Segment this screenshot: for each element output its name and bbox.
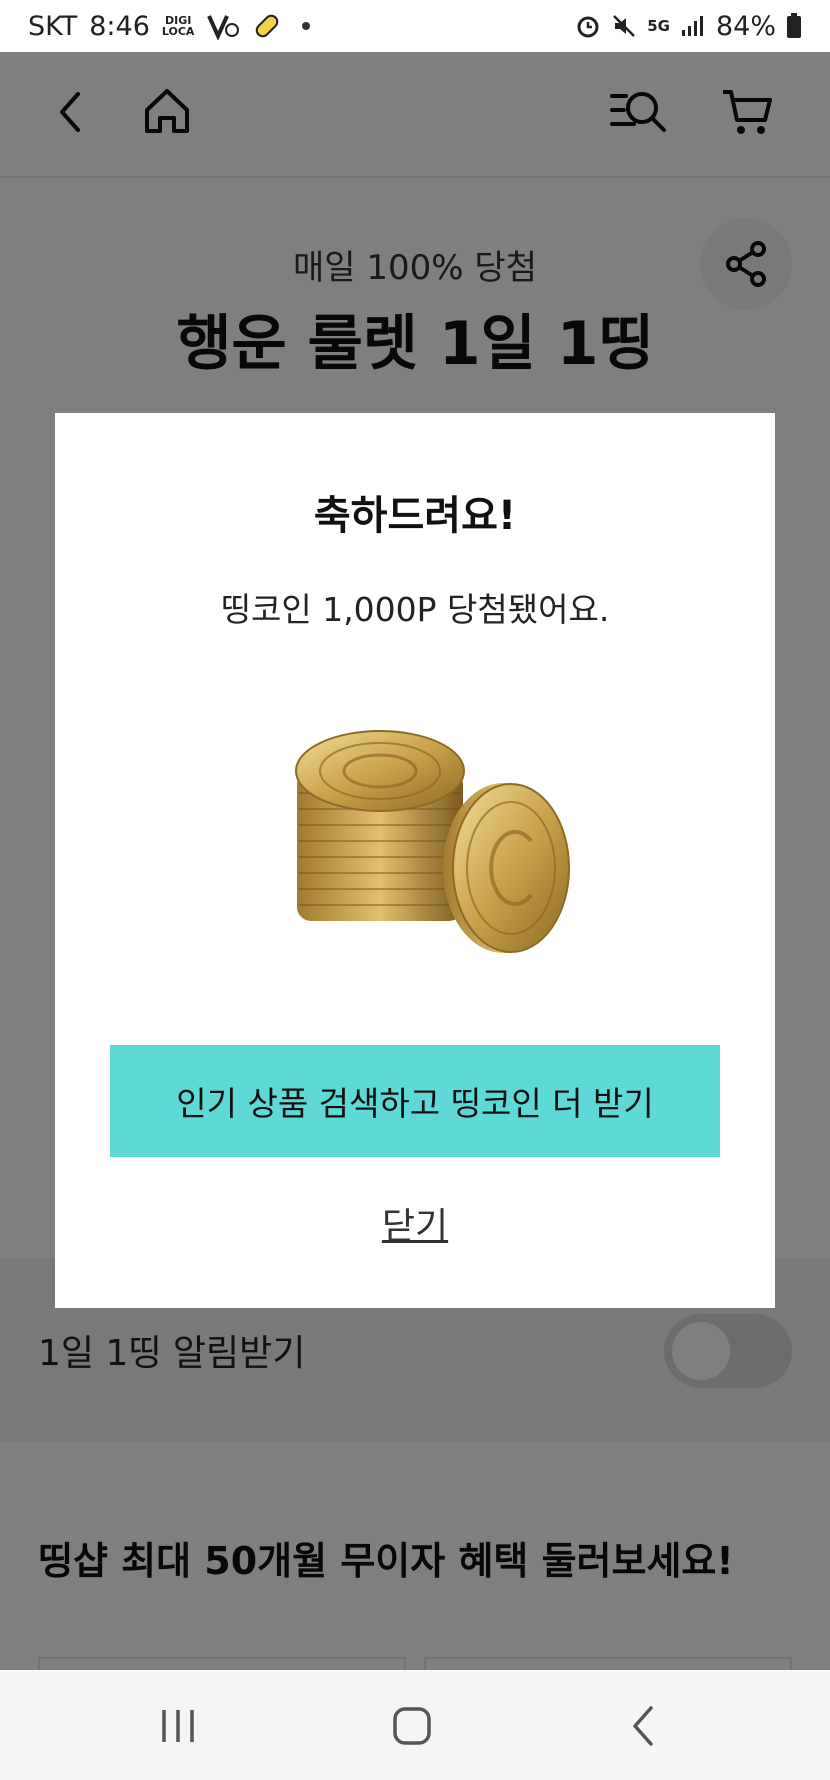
battery-icon <box>787 13 801 38</box>
v-check-icon <box>207 15 240 40</box>
system-nav-bar <box>0 1670 830 1780</box>
clock: 8:46 <box>89 10 150 42</box>
back-nav-icon <box>633 1706 653 1746</box>
alarm-icon <box>577 16 599 38</box>
digi-loca-icon: DIGI LOCA <box>161 14 195 38</box>
signal-icon <box>681 16 703 36</box>
carrier: SKT <box>28 10 78 42</box>
recent-apps-button[interactable] <box>148 1698 208 1754</box>
network-type: 5G <box>647 16 670 35</box>
back-nav-button[interactable] <box>614 1698 674 1754</box>
mute-icon <box>613 15 636 37</box>
prize-modal: 축하드려요! 띵코인 1,000P 당첨됐어요. 인기 상품 검색하고 띵코인 … <box>55 413 775 1308</box>
close-link[interactable]: 닫기 <box>55 1197 775 1249</box>
coin-stack-icon <box>295 730 570 953</box>
search-popular-products-button[interactable]: 인기 상품 검색하고 띵코인 더 받기 <box>110 1045 720 1157</box>
battery-percent: 84% <box>715 10 776 42</box>
notification-dot-icon <box>302 22 311 30</box>
status-bar: SKT 8:46 DIGI LOCA 5G 84% <box>0 0 830 52</box>
pill-icon <box>256 14 279 38</box>
modal-title: 축하드려요! <box>313 493 517 539</box>
recent-apps-icon <box>162 1710 194 1742</box>
home-nav-icon <box>393 1707 431 1745</box>
home-nav-button[interactable] <box>382 1698 442 1754</box>
modal-message: 띵코인 1,000P 당첨됐어요. <box>220 590 610 629</box>
